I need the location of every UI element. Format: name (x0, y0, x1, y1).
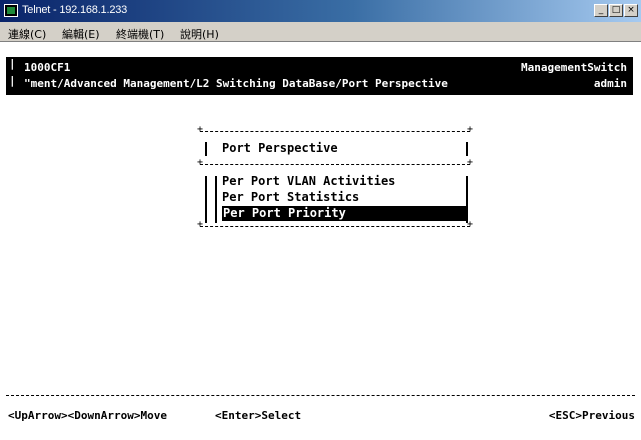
maximize-button[interactable]: □ (609, 4, 623, 17)
terminal-header: | | 1000CF1 ManagementSwitch "ment/Advan… (6, 57, 633, 95)
window-title: Telnet - 192.168.1.233 (22, 4, 128, 16)
terminal-screen[interactable]: | | 1000CF1 ManagementSwitch "ment/Advan… (0, 43, 641, 440)
window-titlebar[interactable]: Telnet - 192.168.1.233 _ □ × (0, 0, 641, 22)
menu-title: Port Perspective (222, 141, 338, 155)
footer-divider (6, 395, 635, 396)
device-id: 1000CF1 (24, 61, 71, 74)
minimize-button[interactable]: _ (594, 4, 608, 17)
menu-terminal[interactable]: 終端機(T) (116, 26, 164, 42)
options-border-left (205, 176, 207, 223)
menu-option-statistics[interactable]: Per Port Statistics (222, 190, 359, 205)
footer-select-hint: <Enter>Select (215, 409, 302, 422)
menubar: 連線(C) 編輯(E) 終端機(T) 說明(H) (0, 22, 641, 42)
menu-border-right (466, 142, 468, 156)
product-name: ManagementSwitch (521, 61, 627, 74)
telnet-app-icon (4, 4, 18, 17)
close-button[interactable]: × (624, 4, 638, 17)
options-border-right (466, 176, 468, 223)
menu-border-top (197, 124, 473, 135)
menu-connect[interactable]: 連線(C) (8, 26, 46, 42)
menu-option-vlan-activities[interactable]: Per Port VLAN Activities (222, 174, 395, 189)
menu-option-priority[interactable]: Per Port Priority (222, 206, 466, 221)
footer-previous-hint: <ESC>Previous (548, 409, 635, 422)
menu-path: "ment/Advanced Management/L2 Switching D… (24, 77, 448, 90)
menu-border-bottom (197, 219, 473, 230)
current-user: admin (593, 77, 627, 90)
options-border-inner (215, 176, 217, 223)
menu-border-mid (197, 157, 473, 168)
menu-edit[interactable]: 編輯(E) (62, 26, 100, 42)
menu-help[interactable]: 說明(H) (180, 26, 219, 42)
footer-navigation-hint: <UpArrow><DownArrow>Move (8, 409, 167, 422)
menu-border-left (205, 142, 207, 156)
